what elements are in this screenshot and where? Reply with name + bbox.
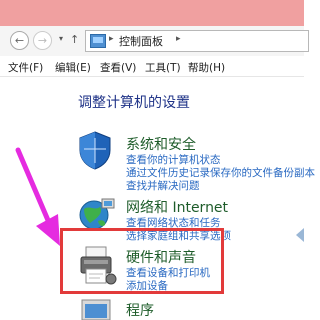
- pointer-arrow: [15, 147, 60, 246]
- scroll-indicator[interactable]: [296, 228, 304, 242]
